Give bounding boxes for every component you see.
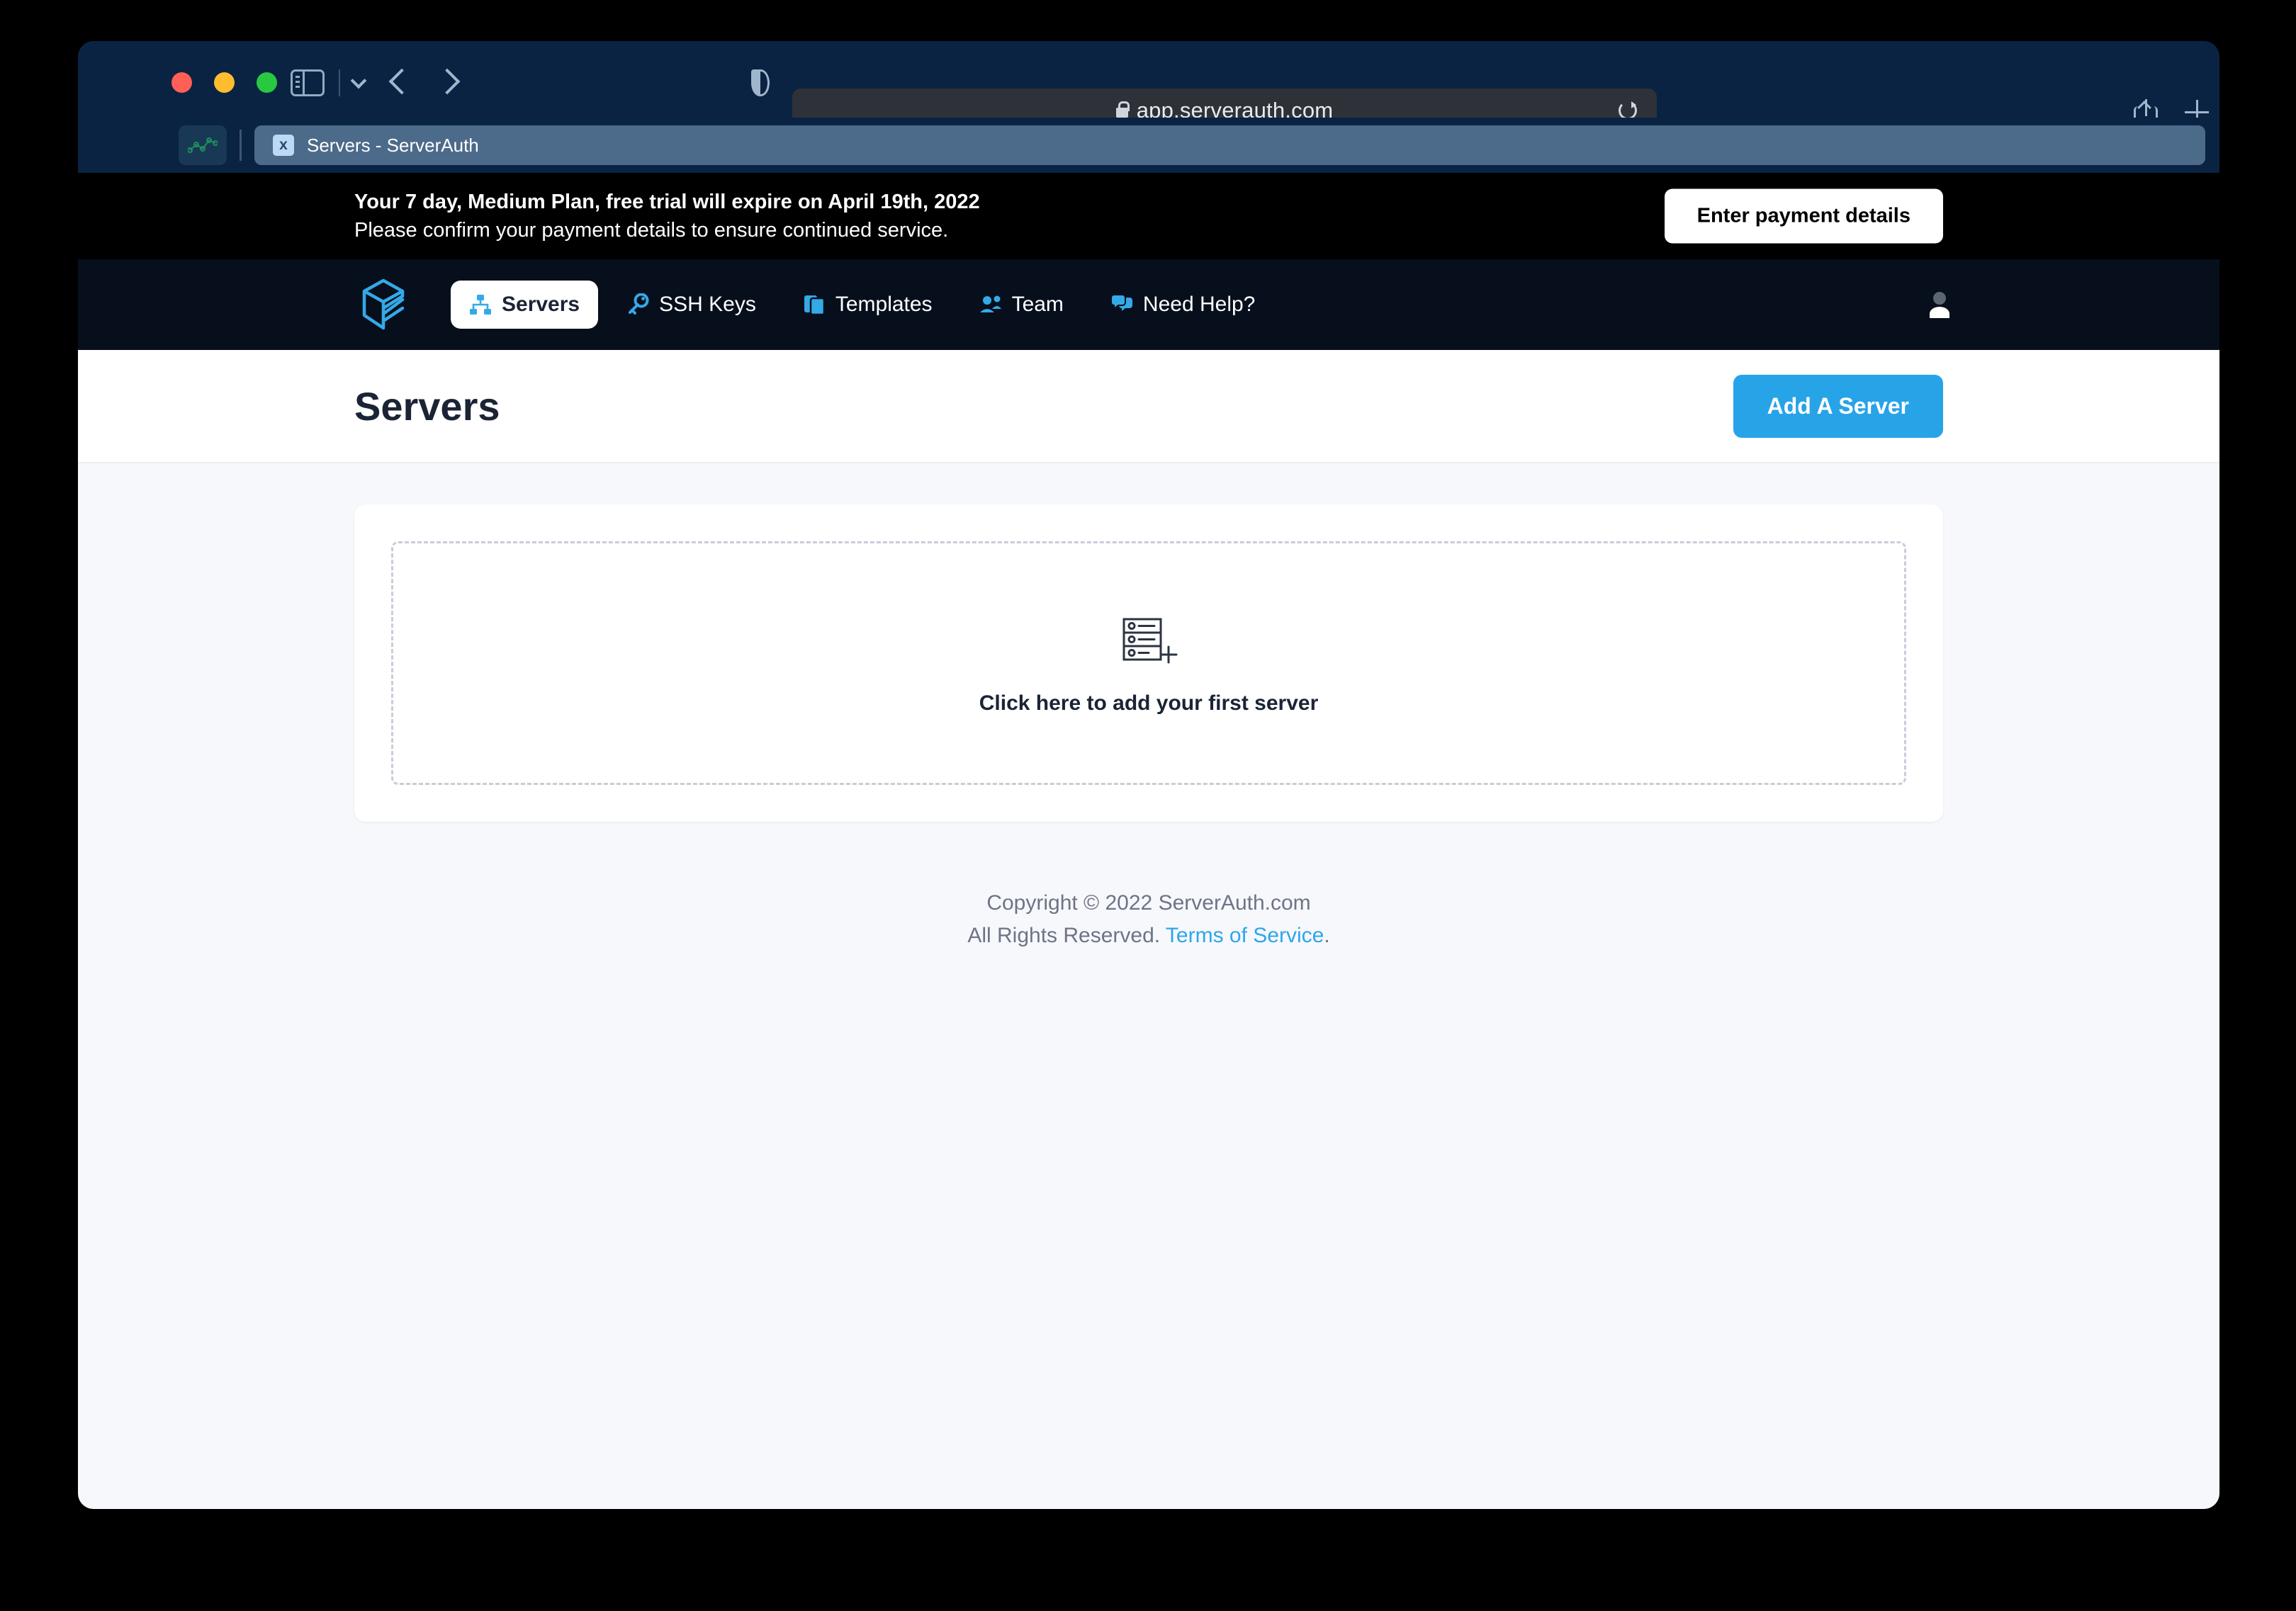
servers-card: Click here to add your first server <box>354 504 1943 822</box>
tab-divider <box>240 130 242 161</box>
nav-item-ssh-keys-label: SSH Keys <box>659 293 756 316</box>
server-rack-add-icon <box>1122 618 1178 664</box>
minimize-window-button[interactable] <box>214 72 235 93</box>
forward-button[interactable] <box>434 68 461 95</box>
copy-icon <box>804 295 826 316</box>
browser-toolbar: app.serverauth.com <box>78 41 2219 132</box>
trial-banner-headline: Your 7 day, Medium Plan, free trial will… <box>354 190 980 213</box>
footer-rights-text: All Rights Reserved. <box>967 923 1161 947</box>
nav-item-servers[interactable]: Servers <box>451 281 599 329</box>
chat-icon <box>1110 294 1132 311</box>
key-icon <box>629 293 649 315</box>
footer-period: . <box>1324 923 1330 947</box>
add-first-server-label: Click here to add your first server <box>979 691 1319 715</box>
trial-banner-subtext: Please confirm your payment details to e… <box>354 219 949 242</box>
terms-of-service-link[interactable]: Terms of Service <box>1166 924 1324 947</box>
nav-item-templates-label: Templates <box>835 293 933 316</box>
tab-title: Servers - ServerAuth <box>307 134 479 156</box>
nav-item-ssh-keys[interactable]: SSH Keys <box>608 281 775 329</box>
back-button[interactable] <box>388 68 415 95</box>
nav-item-team[interactable]: Team <box>961 281 1082 329</box>
serverauth-stack-logo[interactable] <box>361 278 405 331</box>
tab-favicon: x <box>273 135 294 156</box>
page-viewport: Your 7 day, Medium Plan, free trial will… <box>78 173 2219 1509</box>
user-avatar-button[interactable] <box>1923 288 1956 321</box>
nav-items: Servers SSH Keys Templates Team Need Hel… <box>451 281 1273 329</box>
browser-window: app.serverauth.com x Servers - ServerAut… <box>78 41 2219 1509</box>
sidebar-toggle-icon[interactable] <box>291 69 325 96</box>
privacy-shield-icon[interactable] <box>751 69 770 96</box>
page-title: Servers <box>354 383 500 429</box>
user-avatar-icon <box>1930 292 1949 318</box>
lock-icon <box>1115 101 1130 118</box>
nav-item-templates[interactable]: Templates <box>784 281 951 329</box>
footer-copyright: Copyright © 2022 ServerAuth.com <box>986 891 1311 915</box>
tab-strip: x Servers - ServerAuth <box>78 118 2219 173</box>
enter-payment-details-button[interactable]: Enter payment details <box>1664 188 1943 244</box>
footer-rights-line: All Rights Reserved. Terms of Service. <box>354 920 1943 952</box>
sitemap-icon <box>470 295 491 315</box>
page-header: Servers Add A Server <box>78 350 2219 463</box>
analytics-chart-icon <box>188 137 218 153</box>
page-footer: Copyright © 2022 ServerAuth.com All Righ… <box>354 887 1943 951</box>
toolbar-divider <box>339 69 340 96</box>
close-window-button[interactable] <box>171 72 192 93</box>
add-first-server-dropzone[interactable]: Click here to add your first server <box>391 541 1906 785</box>
nav-item-servers-label: Servers <box>502 293 580 316</box>
nav-item-need-help-label: Need Help? <box>1142 293 1256 316</box>
window-traffic-lights <box>171 72 277 93</box>
chevron-down-icon[interactable] <box>350 72 367 89</box>
add-a-server-button[interactable]: Add A Server <box>1733 374 1943 438</box>
page-content: Click here to add your first server Copy… <box>78 463 2219 951</box>
tab-servers-serverauth[interactable]: x Servers - ServerAuth <box>254 125 2205 165</box>
nav-item-need-help[interactable]: Need Help? <box>1092 281 1273 329</box>
nav-item-team-label: Team <box>1011 293 1064 316</box>
trial-banner-text: Your 7 day, Medium Plan, free trial will… <box>354 188 980 244</box>
pinned-tab[interactable] <box>179 125 227 165</box>
maximize-window-button[interactable] <box>257 72 277 93</box>
trial-banner: Your 7 day, Medium Plan, free trial will… <box>78 173 2219 259</box>
users-icon <box>979 295 1001 312</box>
main-navigation: Servers SSH Keys Templates Team Need Hel… <box>78 259 2219 350</box>
